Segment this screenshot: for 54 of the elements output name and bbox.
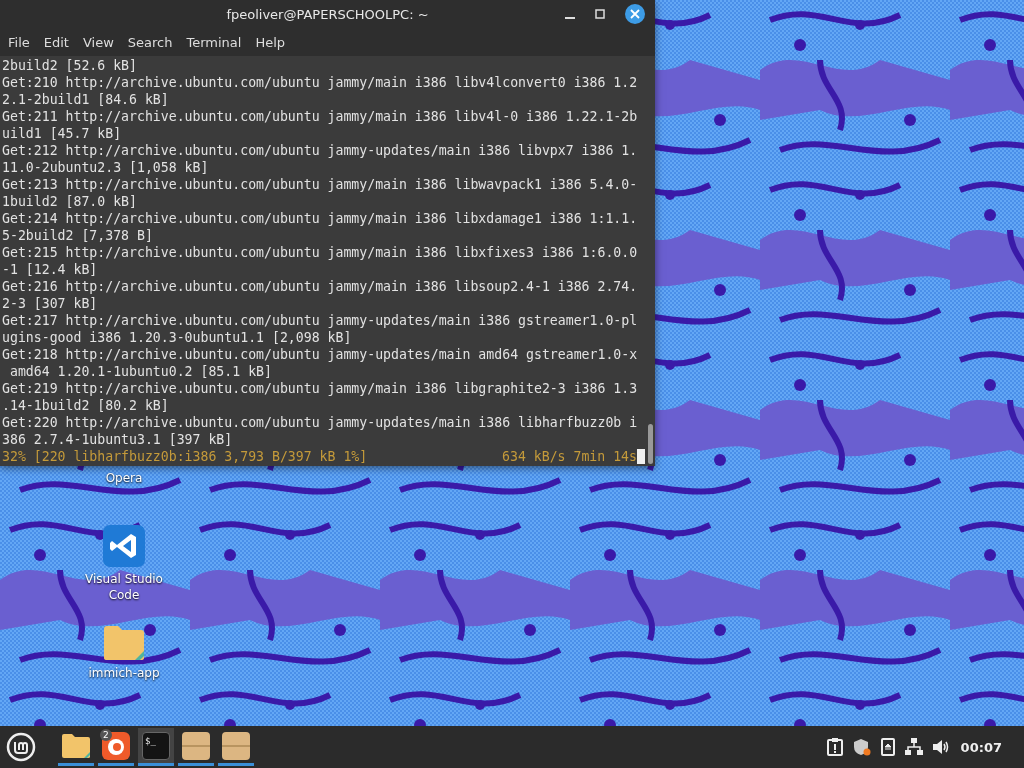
terminal-line: Get:216 http://archive.ubuntu.com/ubuntu jammy/main i386 libsoup2.4-1 i386 2.74.	[2, 278, 639, 295]
terminal-line: Get:211 http://archive.ubuntu.com/ubuntu jammy/main i386 libv4l-0 i386 1.22.1-2b	[2, 108, 639, 125]
menu-item[interactable]: Terminal	[180, 30, 248, 54]
terminal-line: Get:212 http://archive.ubuntu.com/ubuntu jammy-updates/main i386 libvpx7 i386 1.	[2, 142, 639, 159]
menu-item[interactable]: Help	[249, 30, 292, 54]
clock[interactable]: 00:07	[960, 739, 1002, 755]
menu-item[interactable]: View	[76, 30, 120, 54]
terminal-line: uild1 [45.7 kB]	[2, 125, 123, 142]
scrollbar-thumb[interactable]	[648, 424, 653, 464]
terminal-line: Get:220 http://archive.ubuntu.com/ubuntu jammy-updates/main i386 libharfbuzz0b i	[2, 414, 639, 431]
terminal-line: -1 [12.4 kB]	[2, 261, 99, 278]
terminal-line: Get:219 http://archive.ubuntu.com/ubuntu jammy/main i386 libgraphite2-3 i386 1.3	[2, 380, 639, 397]
terminal-line: amd64 1.20.1-1ubuntu0.2 [85.1 kB]	[8, 363, 273, 380]
terminal-line: Get:217 http://archive.ubuntu.com/ubuntu jammy-updates/main i386 gstreamer1.0-pl	[2, 312, 639, 329]
menu-item[interactable]: File	[2, 30, 36, 54]
close-icon[interactable]	[625, 4, 645, 24]
code-editor-icon[interactable]	[103, 525, 145, 567]
window-title: fpeoliver@PAPERSCHOOLPC: ~	[226, 6, 429, 22]
terminal-line: 2build2 [52.6 kB]	[2, 57, 138, 74]
menu-logo-icon[interactable]	[6, 732, 36, 762]
box-icon	[222, 731, 250, 760]
terminal-line: Get:215 http://archive.ubuntu.com/ubuntu jammy/main i386 libxfixes3 i386 1:6.0.0	[2, 244, 639, 261]
folder-icon	[61, 732, 91, 759]
terminal-line: ugins-good i386 1.20.3-0ubuntu1.1 [2,098 kB]	[2, 329, 353, 346]
desktop-icon-label[interactable]: Visual Studio Code	[72, 571, 176, 603]
box-icon	[182, 731, 210, 760]
terminal-line: 1build2 [87.0 kB]	[2, 193, 138, 210]
eject-icon[interactable]	[880, 738, 895, 756]
download-speed-text: 634 kB/s 7min 14s	[502, 448, 637, 465]
terminal-line: .14-1build2 [80.2 kB]	[2, 397, 170, 414]
terminal-line: 2-3 [307 kB]	[2, 295, 99, 312]
taskbar-app[interactable]: 2	[98, 728, 134, 766]
terminal-line: Get:214 http://archive.ubuntu.com/ubuntu jammy/main i386 libxdamage1 i386 1:1.1.	[2, 210, 639, 227]
terminal-line: 5-2build2 [7,378 B]	[2, 227, 154, 244]
terminal-icon: $_	[142, 731, 170, 760]
terminal-line: Get:210 http://archive.ubuntu.com/ubuntu jammy/main i386 libv4lconvert0 i386 1.2	[2, 74, 639, 91]
terminal-line: 11.0-2ubuntu2.3 [1,058 kB]	[2, 159, 210, 176]
notification-badge: 2	[100, 729, 112, 741]
terminal-line: 386 2.7.4-1ubuntu3.1 [397 kB]	[2, 431, 234, 448]
shield-icon[interactable]	[852, 738, 871, 756]
text-cursor	[637, 449, 645, 464]
fox-icon	[102, 731, 130, 760]
terminal-line: 2.1-2build1 [84.6 kB]	[2, 91, 170, 108]
maximize-icon[interactable]	[595, 9, 605, 19]
progress-text: 32% [220 libharfbuzz0b:i386 3,793 B/397 kB 1%]	[2, 448, 368, 465]
terminal-line: Get:213 http://archive.ubuntu.com/ubuntu jammy/main i386 libwavpack1 i386 5.4.0-	[2, 176, 639, 193]
taskbar-app[interactable]: $_	[138, 728, 174, 766]
clipboard-alert-icon[interactable]	[826, 738, 843, 756]
menu-item[interactable]: Edit	[37, 30, 75, 54]
network-icon[interactable]	[904, 738, 923, 756]
terminal-line: Get:218 http://archive.ubuntu.com/ubuntu jammy-updates/main amd64 gstreamer1.0-x	[2, 346, 639, 363]
volume-icon[interactable]	[932, 739, 951, 755]
menu-item[interactable]: Search	[121, 30, 179, 54]
folder-icon[interactable]	[103, 625, 145, 661]
